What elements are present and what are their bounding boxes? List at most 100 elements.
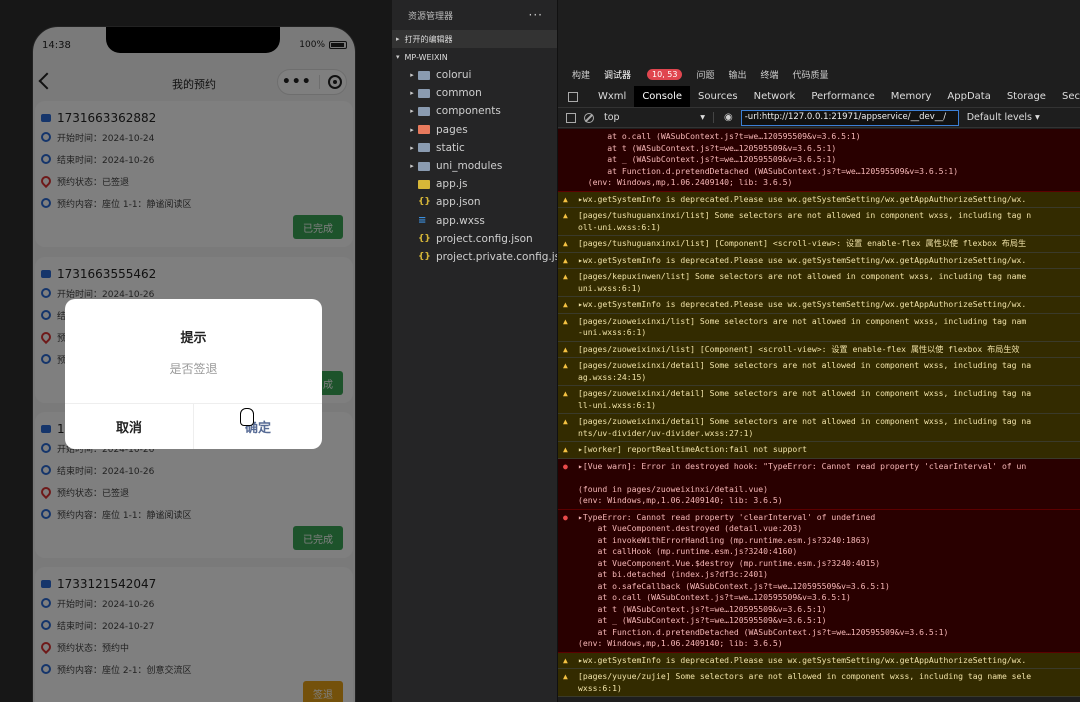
console-line: (env: Windows,mp,1.06.2409140; lib: 3.6.… — [578, 638, 783, 648]
console-line: at Function.d.pretendDetached (WASubCont… — [578, 165, 959, 176]
section-open-editors[interactable]: ▸ 打开的编辑器 — [392, 30, 557, 48]
warning-icon: ▲ — [563, 344, 568, 354]
console-line: at VueComponent.Vue.$destroy (mp.runtime… — [578, 557, 881, 568]
inspect-element-icon[interactable] — [568, 91, 578, 102]
console-line: nts/uv-divider/uv-divider.wxss:27:1) — [578, 427, 754, 438]
dialog-title: 提示 — [180, 331, 207, 346]
tab-appdata[interactable]: AppData — [939, 86, 998, 107]
json-file-icon: {} — [418, 233, 431, 244]
error-icon: ● — [563, 512, 568, 522]
console-line: [pages/zuoweixinxi/list] [Component] <sc… — [578, 343, 1020, 354]
console-line: [pages/tushuguanxinxi/list] Some selecto… — [578, 210, 1032, 220]
sidebar-toggle-icon[interactable] — [566, 112, 576, 123]
section-label: MP-WEIXIN — [404, 52, 448, 62]
log-levels-dropdown[interactable]: Default levels ▾ — [967, 112, 1040, 123]
console-error[interactable]: ● ▸TypeError: Cannot read property 'clear… — [558, 509, 1080, 653]
explorer-header: 资源管理器 ··· — [392, 0, 557, 30]
console-line: at invokeWithErrorHandling (mp.runtime.e… — [578, 534, 871, 545]
console-warning[interactable]: ▲ ▸wx.getSystemInfo is deprecated.Please … — [558, 191, 1080, 208]
console-warning[interactable]: ▲ [pages/tushuguanxinxi/list] Some select… — [558, 208, 1080, 236]
tab-securit[interactable]: Securit — [1054, 86, 1080, 107]
more-actions-icon[interactable]: ··· — [529, 8, 543, 22]
file-name: app.js — [436, 178, 468, 191]
top-tab[interactable]: 调试器 — [604, 68, 631, 81]
console-line: [pages/zuoweixinxi/detail] Some selector… — [578, 388, 1032, 398]
context-selector[interactable]: top ▾ — [604, 112, 714, 123]
console-line: at o.safeCallback (WASubContext.js?t=we…… — [578, 580, 890, 591]
console-warning[interactable]: ▲ [pages/zuoweixinxi/list] Some selectors… — [558, 313, 1080, 342]
console-line: ▸TypeError: Cannot read property 'clearI… — [578, 511, 876, 522]
tree-item-app-js[interactable]: app.js — [392, 175, 557, 193]
console-warning[interactable]: ▲ [pages/tushuguanxinxi/list] [Component]… — [558, 236, 1080, 253]
tab-sources[interactable]: Sources — [690, 86, 746, 107]
folder-icon — [418, 161, 430, 171]
clear-console-icon[interactable] — [584, 112, 594, 123]
section-project[interactable]: ▾ MP-WEIXIN — [392, 48, 557, 66]
tab-storage[interactable]: Storage — [999, 86, 1054, 107]
file-name: project.private.config.js... — [436, 250, 557, 263]
file-name: uni_modules — [436, 160, 503, 173]
warning-icon: ▲ — [563, 239, 568, 248]
tree-item-project-private-config-js-[interactable]: {} project.private.config.js... — [392, 248, 557, 266]
console-warning[interactable]: ▲ [pages/yuyue/zujie] Some selectors are … — [558, 669, 1080, 697]
folder-icon — [418, 106, 430, 116]
console-line: ▸wx.getSystemInfo is deprecated.Please u… — [578, 654, 1027, 665]
console-warning[interactable]: ▲ [pages/kepuxinwen/list] Some selectors … — [558, 269, 1080, 297]
live-expression-eye-icon[interactable]: ◉ — [724, 112, 733, 123]
confirm-button[interactable]: 确定 — [194, 404, 322, 449]
top-tab[interactable]: 构建 — [572, 68, 590, 81]
console-warning[interactable]: ▲ ▸wx.getSystemInfo is deprecated.Please … — [558, 297, 1080, 314]
console-warning[interactable]: ▲ [pages/zuoweixinxi/list] [Component] <s… — [558, 341, 1080, 358]
console-error[interactable]: ● ▸[Vue warn]: Error in destroyed hook: "… — [558, 458, 1080, 510]
tab-memory[interactable]: Memory — [883, 86, 940, 107]
top-tab[interactable]: 终端 — [761, 68, 779, 81]
warning-icon: ▲ — [563, 255, 568, 265]
console-output[interactable]: at o.call (WASubContext.js?t=we…12059550… — [558, 129, 1080, 702]
console-line: at callHook (mp.runtime.esm.js?3240:4160… — [578, 546, 798, 556]
console-line: [pages/kepuxinwen/list] Some selectors a… — [578, 271, 1027, 281]
top-tab[interactable]: 输出 — [729, 68, 747, 81]
file-name: static — [436, 141, 465, 154]
console-warning[interactable]: ▲ ▸wx.getSystemInfo is deprecated.Please … — [558, 252, 1080, 269]
console-line: at t (WASubContext.js?t=we…120595509&v=3… — [578, 603, 827, 614]
expand-arrow-icon: ▸ — [410, 71, 414, 80]
console-filter-input[interactable]: -url:http://127.0.0.1:21971/appservice/_… — [740, 109, 959, 126]
console-warning[interactable]: ▲ ▸wx.getSystemInfo is deprecated.Please … — [558, 652, 1080, 669]
tab-performance[interactable]: Performance — [803, 86, 882, 107]
console-line: [pages/zuoweixinxi/list] Some selectors … — [578, 315, 1027, 326]
console-line: at Function.d.pretendDetached (WASubCont… — [578, 626, 949, 637]
top-tab[interactable]: 问题 — [696, 68, 714, 81]
dialog-footer: 取消 确定 — [65, 403, 322, 449]
console-line: [pages/zuoweixinxi/detail] Some selector… — [578, 416, 1032, 426]
warning-icon: ▲ — [563, 211, 568, 220]
console-line: oll-uni.wxss:6:1) — [578, 221, 661, 232]
tab-console[interactable]: Console — [634, 86, 691, 107]
devtools-panel: 构建 调试器 10, 53 问题 输出 终端 代码质量 Wxml Console Sources… — [557, 0, 1080, 702]
tab-network[interactable]: Network — [746, 86, 804, 107]
console-line: uni.wxss:6:1) — [578, 282, 642, 293]
tree-item-uni-modules[interactable]: ▸ uni_modules — [392, 157, 557, 175]
console-warning[interactable]: ▲ ▸[worker] reportRealtimeAction:fail not… — [558, 442, 1080, 459]
file-name: pages — [436, 123, 468, 136]
json-file-icon: {} — [418, 197, 431, 208]
dropdown-arrow-icon: ▾ — [700, 112, 705, 123]
console-line: ll-uni.wxss:6:1) — [578, 399, 656, 410]
tree-item-app-json[interactable]: {} app.json — [392, 193, 557, 211]
tab-wxml[interactable]: Wxml — [590, 86, 634, 107]
tree-item-components[interactable]: ▸ components — [392, 102, 557, 120]
console-error[interactable]: at o.call (WASubContext.js?t=we…12059550… — [558, 129, 1080, 192]
tree-item-project-config-json[interactable]: {} project.config.json — [392, 230, 557, 248]
file-name: components — [436, 105, 501, 118]
tree-item-pages[interactable]: ▸ pages — [392, 121, 557, 139]
cancel-button[interactable]: 取消 — [65, 404, 194, 449]
tree-item-static[interactable]: ▸ static — [392, 139, 557, 157]
console-warning[interactable]: ▲ [pages/zuoweixinxi/detail] Some selecto… — [558, 358, 1080, 386]
tree-item-app-wxss[interactable]: ≡ app.wxss — [392, 212, 557, 230]
console-warning[interactable]: ▲ [pages/zuoweixinxi/detail] Some selecto… — [558, 386, 1080, 414]
console-line: -uni.wxss:6:1) — [578, 327, 647, 337]
top-tab[interactable]: 代码质量 — [793, 68, 829, 81]
console-warning[interactable]: ▲ [pages/zuoweixinxi/detail] Some selecto… — [558, 414, 1080, 442]
tree-item-common[interactable]: ▸ common — [392, 84, 557, 102]
tree-item-colorui[interactable]: ▸ colorui — [392, 66, 557, 84]
warning-icon: ▲ — [563, 361, 568, 370]
